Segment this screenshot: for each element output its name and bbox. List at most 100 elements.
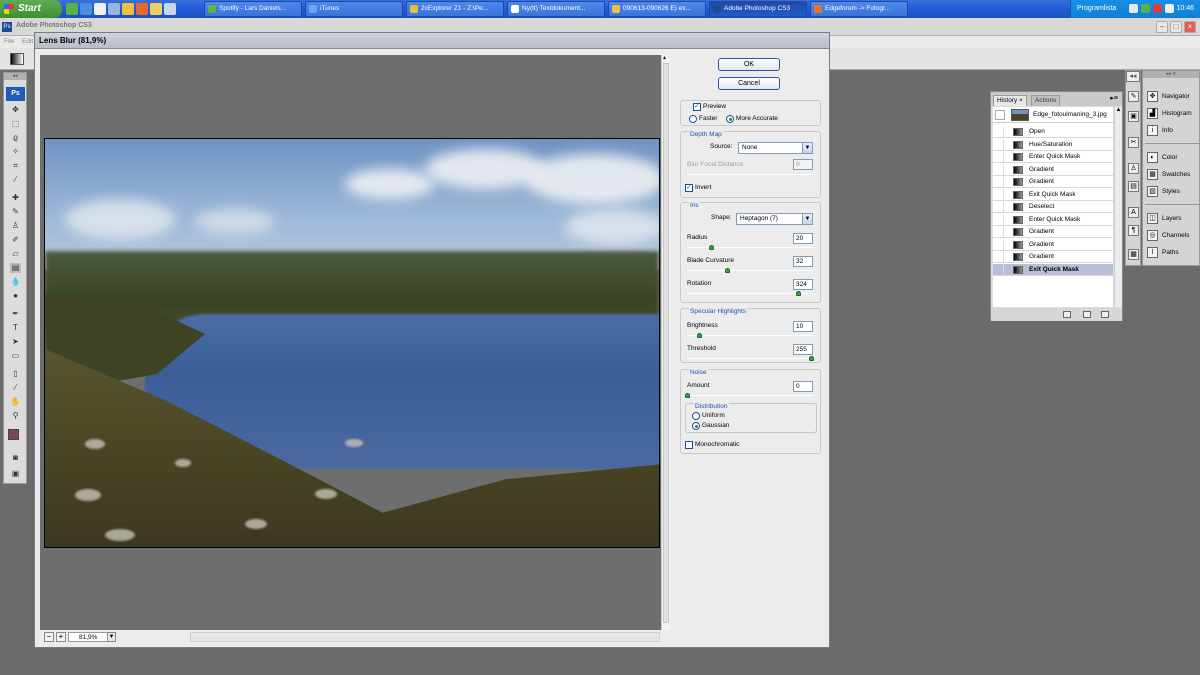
clone-source-icon[interactable]: ♙ xyxy=(1128,163,1139,174)
tray-app-icon[interactable] xyxy=(1129,4,1138,13)
scroll-up-icon[interactable]: ▲ xyxy=(662,55,667,61)
rotation-field[interactable]: 324 xyxy=(793,279,813,290)
minimize-icon[interactable]: – xyxy=(1156,21,1168,33)
tray-security-icon[interactable] xyxy=(1153,4,1162,13)
blade-curvature-slider[interactable] xyxy=(687,270,813,271)
zoom-out-button[interactable]: − xyxy=(44,632,54,642)
crop-tool-icon[interactable]: ⌗ xyxy=(10,161,21,171)
snapshot-brush-source-icon[interactable] xyxy=(995,110,1005,120)
history-snapshot[interactable]: Edge_fotoulmaning_3.jpg xyxy=(993,107,1113,123)
gaussian-radio[interactable] xyxy=(692,422,700,430)
quick-mask-icon[interactable]: ◙ xyxy=(10,453,21,463)
preview-image[interactable] xyxy=(44,138,660,548)
history-brush-source-icon[interactable] xyxy=(994,164,1004,175)
lasso-tool-icon[interactable]: ϱ xyxy=(10,133,21,143)
browser-icon[interactable] xyxy=(80,3,92,15)
history-step[interactable]: Exit Quick Mask xyxy=(993,263,1113,276)
source-select[interactable]: None ▼ xyxy=(738,142,813,154)
healing-brush-icon[interactable]: ✚ xyxy=(10,193,21,203)
panel-styles[interactable]: ▧ Styles xyxy=(1145,184,1199,199)
history-brush-source-icon[interactable] xyxy=(994,227,1004,237)
brightness-slider[interactable] xyxy=(687,335,813,336)
character-icon[interactable]: A xyxy=(1128,207,1139,218)
desktop-icon[interactable] xyxy=(164,3,176,15)
trash-icon[interactable] xyxy=(1101,311,1109,318)
tray-volume-icon[interactable] xyxy=(1165,4,1174,13)
marquee-tool-icon[interactable]: ⬚ xyxy=(10,119,21,129)
panel-paths[interactable]: ⌇ Paths xyxy=(1145,245,1199,260)
magic-wand-icon[interactable]: ✧ xyxy=(10,147,21,157)
notes-tool-icon[interactable]: ▯ xyxy=(10,369,21,379)
start-button[interactable]: Start xyxy=(0,0,62,18)
task-folder[interactable]: 090613-090626 E) ex... xyxy=(608,1,706,17)
layer-comps-icon[interactable]: ✂ xyxy=(1128,137,1139,148)
monochromatic-checkbox[interactable]: ✓ xyxy=(685,441,693,449)
history-brush-source-icon[interactable] xyxy=(994,264,1004,275)
history-step[interactable]: Hue/Saturation xyxy=(993,139,1113,151)
rotation-slider[interactable] xyxy=(687,293,813,294)
panel-info[interactable]: i Info xyxy=(1145,123,1199,138)
threshold-slider[interactable] xyxy=(687,358,813,359)
history-step[interactable]: Gradient xyxy=(993,164,1113,176)
history-brush-source-icon[interactable] xyxy=(994,239,1004,250)
preview-vscrollbar[interactable]: ▲ xyxy=(661,55,670,630)
tab-history[interactable]: History × xyxy=(993,95,1027,106)
explorer-icon[interactable] xyxy=(150,3,162,15)
blade-curvature-field[interactable]: 32 xyxy=(793,256,813,267)
spotify-icon[interactable] xyxy=(66,3,78,15)
tray-network-icon[interactable] xyxy=(1141,4,1150,13)
eyedropper2-icon[interactable]: ⁄ xyxy=(10,383,21,393)
gradient-tool-icon[interactable] xyxy=(10,53,24,65)
invert-checkbox[interactable]: ✓ xyxy=(685,184,693,192)
blur-focal-slider[interactable] xyxy=(687,174,813,175)
threshold-field[interactable]: 255 xyxy=(793,344,813,355)
brightness-slider-handle[interactable] xyxy=(697,333,702,338)
panel-swatches[interactable]: ▦ Swatches xyxy=(1145,167,1199,182)
history-step[interactable]: Gradient xyxy=(993,176,1113,188)
new-document-icon[interactable] xyxy=(1063,311,1071,318)
tab-actions[interactable]: Actions xyxy=(1031,95,1061,106)
radius-field[interactable]: 20 xyxy=(793,233,813,244)
maximize-icon[interactable]: □ xyxy=(1170,21,1182,33)
task-itunes[interactable]: iTunes xyxy=(305,1,403,17)
blur-tool-icon[interactable]: 💧 xyxy=(10,277,21,287)
preview-checkbox[interactable]: ✓ xyxy=(693,103,701,111)
history-step[interactable]: Exit Quick Mask xyxy=(993,189,1113,201)
history-step[interactable]: Open xyxy=(993,126,1113,138)
amount-field[interactable]: 0 xyxy=(793,381,813,392)
move-tool-icon[interactable]: ✥ xyxy=(10,105,21,115)
zoom-tool-icon[interactable]: ⚲ xyxy=(10,411,21,421)
panel-histogram[interactable]: ▟ Histogram xyxy=(1145,106,1199,121)
document-icon[interactable] xyxy=(94,3,106,15)
radius-slider[interactable] xyxy=(687,247,813,248)
history-brush-source-icon[interactable] xyxy=(994,202,1004,212)
panel-menu-icon[interactable]: ▸≡ xyxy=(1110,94,1118,102)
history-brush-source-icon[interactable] xyxy=(994,214,1004,225)
tray-clock[interactable]: 10:46 xyxy=(1176,0,1194,18)
task-photoshop[interactable]: Adobe Photoshop CS3 xyxy=(709,1,807,17)
rotation-slider-handle[interactable] xyxy=(796,291,801,296)
task-spotify[interactable]: Spotify - Lars Daniels... xyxy=(204,1,302,17)
paragraph-icon[interactable]: ¶ xyxy=(1128,225,1139,236)
more-accurate-radio[interactable] xyxy=(726,115,734,123)
info-strip-icon[interactable]: ▦ xyxy=(1128,249,1139,260)
menu-file[interactable]: File xyxy=(4,38,14,45)
history-brush-source-icon[interactable] xyxy=(994,127,1004,137)
panel-grip[interactable]: ◂◂ xyxy=(4,73,26,80)
new-snapshot-icon[interactable] xyxy=(1083,311,1091,318)
zoom-dropdown-icon[interactable]: ▼ xyxy=(107,632,116,642)
actions-icon[interactable]: ▤ xyxy=(1128,181,1139,192)
brush-tool-icon[interactable]: ✎ xyxy=(10,207,21,217)
panel-grip[interactable]: ◂◂ ✕ xyxy=(1143,71,1199,78)
dialog-titlebar[interactable]: Lens Blur (81,9%) xyxy=(35,33,829,49)
foreground-color-swatch[interactable] xyxy=(8,429,19,440)
preview-hscrollbar[interactable] xyxy=(190,632,660,642)
clone-stamp-icon[interactable]: ♙ xyxy=(10,221,21,231)
amount-slider-handle[interactable] xyxy=(685,393,690,398)
ok-button[interactable]: OK xyxy=(718,58,780,71)
shape-select[interactable]: Heptagon (7) ▼ xyxy=(736,213,813,225)
history-step[interactable]: Enter Quick Mask xyxy=(993,151,1113,163)
brightness-field[interactable]: 10 xyxy=(793,321,813,332)
history-brush-icon[interactable]: ✐ xyxy=(10,235,21,245)
history-brush-source-icon[interactable] xyxy=(994,252,1004,262)
